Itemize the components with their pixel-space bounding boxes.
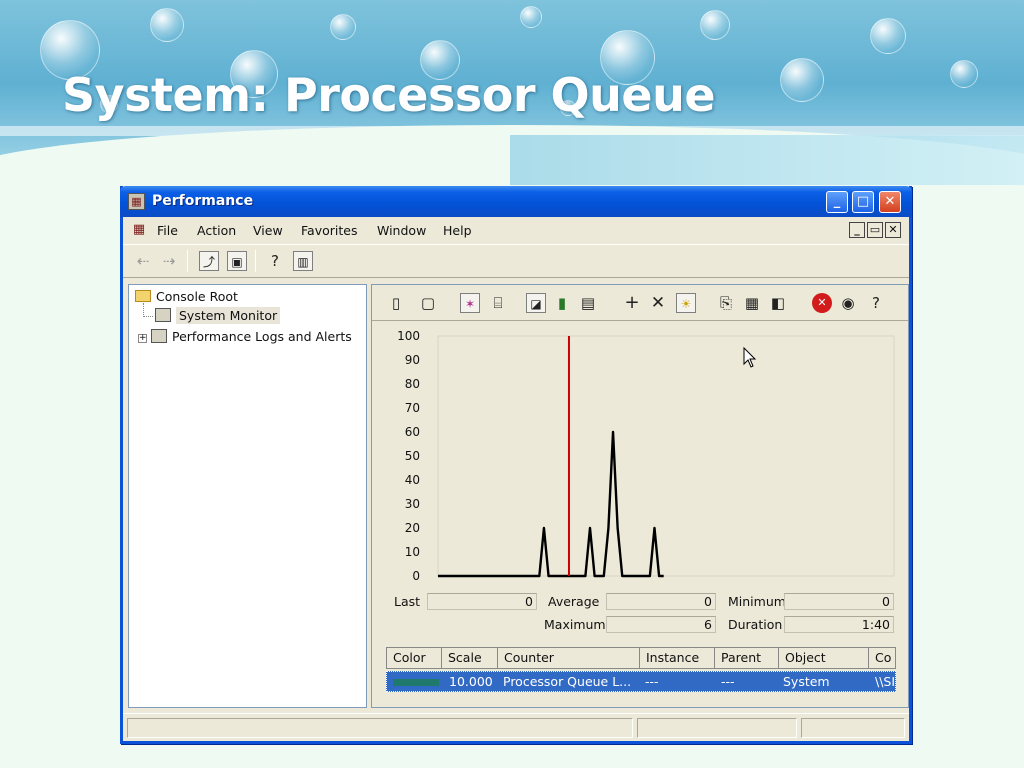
column-header-computer[interactable]: Co <box>869 648 895 668</box>
duration-label: Duration <box>728 617 783 632</box>
tree-item-system-monitor[interactable]: System Monitor <box>155 307 281 324</box>
minimize-button[interactable]: _ <box>826 191 848 213</box>
cell-counter: Processor Queue L... <box>503 674 632 689</box>
expand-icon[interactable]: + <box>138 334 147 343</box>
status-pane-secondary <box>637 718 797 738</box>
window-title: Performance <box>152 193 254 209</box>
title-bar[interactable]: ▦ Performance _ □ ✕ <box>120 186 912 217</box>
tree-item-performance-logs[interactable]: + Performance Logs and Alerts <box>138 329 352 344</box>
column-header-object[interactable]: Object <box>779 648 869 668</box>
maximize-button[interactable]: □ <box>852 191 874 213</box>
cell-computer: \\SI <box>875 674 895 689</box>
new-counter-set-icon[interactable]: ▯ <box>386 293 406 313</box>
add-counter-icon[interactable]: + <box>622 293 642 313</box>
column-header-instance[interactable]: Instance <box>640 648 715 668</box>
view-graph-icon[interactable]: ◪ <box>526 293 546 313</box>
minimum-label: Minimum <box>728 594 786 609</box>
mmc-document-icon[interactable]: ▦ <box>129 220 149 240</box>
system-monitor-pane: ▯ ▢ ✶ ⌸ ◪ ▮ ▤ + ✕ ☀ ⎘ ▦ ◧ ✕ ◉ ? 0 10 20 30 4… <box>371 284 909 708</box>
back-arrow-icon[interactable]: ⇠ <box>133 251 153 271</box>
show-hide-tree-icon[interactable]: ▣ <box>227 251 247 271</box>
y-tick-label: 100 <box>397 331 420 343</box>
statistics-bar: Last 0 Average 0 Minimum 0 Maximum 6 Dur… <box>372 591 908 637</box>
menu-view[interactable]: View <box>253 223 283 238</box>
clear-display-icon[interactable]: ▢ <box>418 293 438 313</box>
close-button[interactable]: ✕ <box>879 191 901 213</box>
y-tick-label: 10 <box>405 545 420 559</box>
status-pane-main <box>127 718 633 738</box>
menu-action[interactable]: Action <box>197 223 236 238</box>
child-close-button[interactable]: ✕ <box>885 222 901 238</box>
performance-logs-icon <box>151 329 167 343</box>
system-monitor-icon <box>155 308 171 322</box>
y-tick-label: 80 <box>405 377 420 391</box>
duration-value: 1:40 <box>784 616 894 633</box>
forward-arrow-icon[interactable]: ⇢ <box>159 251 179 271</box>
processor-queue-graph: 0 10 20 30 40 50 60 70 80 90 100 <box>397 331 895 583</box>
performance-app-icon[interactable]: ▦ <box>128 193 145 210</box>
slide-banner: System: Processor Queue <box>0 0 1024 185</box>
view-current-activity-icon[interactable]: ✶ <box>460 293 480 313</box>
delete-counter-icon[interactable]: ✕ <box>648 293 668 313</box>
tree-item-console-root[interactable]: Console Root <box>135 289 238 304</box>
y-tick-label: 20 <box>405 521 420 535</box>
last-label: Last <box>394 594 421 609</box>
average-label: Average <box>548 594 600 609</box>
slide-title: System: Processor Queue <box>62 68 716 122</box>
menu-window[interactable]: Window <box>377 223 426 238</box>
legend-header: Color Scale Counter Instance Parent Obje… <box>386 647 896 669</box>
system-monitor-toolbar: ▯ ▢ ✶ ⌸ ◪ ▮ ▤ + ✕ ☀ ⎘ ▦ ◧ ✕ ◉ ? <box>372 285 908 321</box>
status-pane-tertiary <box>801 718 905 738</box>
cell-parent: --- <box>721 674 735 689</box>
maximum-label: Maximum <box>544 617 606 632</box>
folder-icon <box>135 290 151 302</box>
y-tick-label: 90 <box>405 353 420 367</box>
up-folder-icon[interactable]: ⤴ <box>199 251 219 271</box>
child-restore-button[interactable]: ▭ <box>867 222 883 238</box>
menu-file[interactable]: File <box>157 223 178 238</box>
maximum-value: 6 <box>606 616 716 633</box>
status-bar <box>123 713 909 741</box>
child-minimize-button[interactable]: _ <box>849 222 865 238</box>
counter-legend: Color Scale Counter Instance Parent Obje… <box>386 647 896 699</box>
y-tick-label: 70 <box>405 401 420 415</box>
properties-icon[interactable]: ◧ <box>768 293 788 313</box>
cell-object: System <box>783 674 830 689</box>
update-data-icon[interactable]: ◉ <box>838 293 858 313</box>
menu-bar: ▦ File Action View Favorites Window Help… <box>123 217 909 243</box>
console-tree: Console Root System Monitor + Performance… <box>128 284 367 708</box>
menu-help[interactable]: Help <box>443 223 472 238</box>
main-toolbar: ⇠ ⇢ ⤴ ▣ ? ▥ <box>123 244 909 278</box>
average-value: 0 <box>606 593 716 610</box>
cell-scale: 10.000 <box>449 674 493 689</box>
y-tick-label: 30 <box>405 497 420 511</box>
y-tick-label: 50 <box>405 449 420 463</box>
freeze-display-icon[interactable]: ✕ <box>812 293 832 313</box>
menu-favorites[interactable]: Favorites <box>301 223 357 238</box>
y-tick-label: 60 <box>405 425 420 439</box>
table-row[interactable]: 10.000 Processor Queue L... --- --- Syst… <box>386 671 896 692</box>
help-icon[interactable]: ? <box>866 293 886 313</box>
paste-counter-list-icon[interactable]: ▦ <box>742 293 762 313</box>
highlight-icon[interactable]: ☀ <box>676 293 696 313</box>
show-hide-action-pane-icon[interactable]: ▥ <box>293 251 313 271</box>
view-histogram-icon[interactable]: ▮ <box>552 293 572 313</box>
copy-properties-icon[interactable]: ⎘ <box>716 293 736 313</box>
view-log-data-icon[interactable]: ⌸ <box>488 293 508 313</box>
last-value: 0 <box>427 593 537 610</box>
column-header-counter[interactable]: Counter <box>498 648 640 668</box>
minimum-value: 0 <box>784 593 894 610</box>
help-icon[interactable]: ? <box>265 251 285 271</box>
y-tick-label: 0 <box>412 569 420 583</box>
performance-window: ▦ Performance _ □ ✕ ▦ File Action View F… <box>120 186 912 744</box>
plot-area <box>437 335 895 577</box>
column-header-scale[interactable]: Scale <box>442 648 498 668</box>
cell-instance: --- <box>645 674 659 689</box>
column-header-color[interactable]: Color <box>387 648 442 668</box>
view-report-icon[interactable]: ▤ <box>578 293 598 313</box>
series-color-swatch <box>393 679 439 686</box>
column-header-parent[interactable]: Parent <box>715 648 779 668</box>
y-tick-label: 40 <box>405 473 420 487</box>
